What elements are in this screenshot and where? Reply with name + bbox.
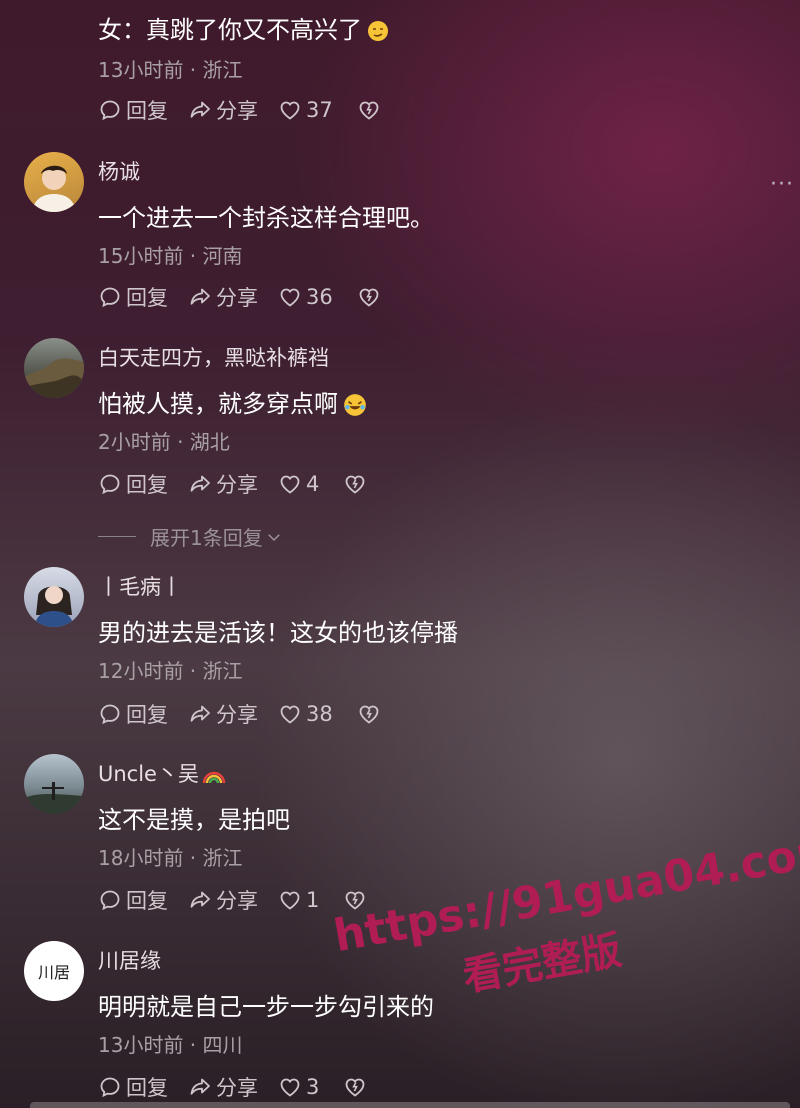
comment-actions: 回复 分享 38 xyxy=(98,699,405,729)
expand-replies-button[interactable]: 展开1条回复 xyxy=(98,522,283,551)
heart-icon xyxy=(278,702,302,726)
broken-heart-icon xyxy=(357,98,381,122)
reply-icon xyxy=(98,702,122,726)
dislike-button[interactable] xyxy=(357,98,385,122)
like-button[interactable]: 38 xyxy=(278,702,333,726)
share-icon xyxy=(188,1075,212,1099)
dislike-button[interactable] xyxy=(343,472,371,496)
reply-button[interactable]: 回复 xyxy=(98,885,168,915)
share-button[interactable]: 分享 xyxy=(188,699,258,729)
heart-icon xyxy=(278,888,302,912)
username[interactable]: 川居缘 xyxy=(98,945,161,975)
heart-icon xyxy=(278,472,302,496)
share-icon xyxy=(188,702,212,726)
comment-meta: 13小时前 · 浙江 xyxy=(98,58,243,82)
reply-icon xyxy=(98,98,122,122)
rainbow-emoji xyxy=(202,771,226,784)
comment-text: 怕被人摸，就多穿点啊 xyxy=(98,384,368,419)
avatar[interactable]: 川居 xyxy=(24,941,84,1001)
heart-icon xyxy=(278,1075,302,1099)
like-button[interactable]: 4 xyxy=(278,472,319,496)
comment-text: 这不是摸，是拍吧 xyxy=(98,806,290,834)
comment-meta: 2小时前 · 湖北 xyxy=(98,430,230,454)
username[interactable]: 白天走四方，黑哒补裤裆 xyxy=(98,342,329,372)
comment-text: 女：真跳了你又不高兴了 xyxy=(98,10,390,45)
avatar[interactable] xyxy=(24,338,84,398)
heart-icon xyxy=(278,98,302,122)
reply-icon xyxy=(98,888,122,912)
dislike-button[interactable] xyxy=(357,702,385,726)
comment-actions: 回复 分享 4 xyxy=(98,469,391,499)
comment-meta: 15小时前 · 河南 xyxy=(98,244,243,268)
comment-actions: 回复 分享 37 xyxy=(98,95,405,125)
reply-button[interactable]: 回复 xyxy=(98,1072,168,1102)
broken-heart-icon xyxy=(343,1075,367,1099)
username[interactable]: 丨毛病丨 xyxy=(98,571,182,601)
share-button[interactable]: 分享 xyxy=(188,282,258,312)
divider xyxy=(98,536,136,537)
bottom-input-bar[interactable] xyxy=(30,1102,790,1108)
like-count: 3 xyxy=(306,1075,320,1099)
dislike-button[interactable] xyxy=(343,1075,371,1099)
comment-actions: 回复 分享 3 xyxy=(98,1072,391,1102)
share-icon xyxy=(188,98,212,122)
reply-icon xyxy=(98,285,122,309)
share-button[interactable]: 分享 xyxy=(188,885,258,915)
share-button[interactable]: 分享 xyxy=(188,469,258,499)
comment-actions: 回复 分享 36 xyxy=(98,282,405,312)
reply-button[interactable]: 回复 xyxy=(98,699,168,729)
avatar[interactable] xyxy=(24,754,84,814)
like-count: 4 xyxy=(306,472,320,496)
share-icon xyxy=(188,888,212,912)
reply-button[interactable]: 回复 xyxy=(98,282,168,312)
comment-text: 男的进去是活该！这女的也该停播 xyxy=(98,619,458,647)
watermark: https://91gua04.com 看完整版 xyxy=(330,823,800,1024)
reply-button[interactable]: 回复 xyxy=(98,469,168,499)
broken-heart-icon xyxy=(343,472,367,496)
like-count: 38 xyxy=(306,702,333,726)
dislike-button[interactable] xyxy=(357,285,385,309)
chevron-down-icon xyxy=(267,533,280,541)
reply-button[interactable]: 回复 xyxy=(98,95,168,125)
more-options-icon[interactable]: ··· xyxy=(770,172,794,197)
like-button[interactable]: 36 xyxy=(278,285,333,309)
username[interactable]: 杨诚 xyxy=(98,156,140,186)
reply-icon xyxy=(98,1075,122,1099)
avatar[interactable] xyxy=(24,152,84,212)
like-count: 1 xyxy=(306,888,320,912)
share-icon xyxy=(188,285,212,309)
share-button[interactable]: 分享 xyxy=(188,1072,258,1102)
broken-heart-icon xyxy=(357,702,381,726)
reply-icon xyxy=(98,472,122,496)
comment-meta: 18小时前 · 浙江 xyxy=(98,846,243,870)
heart-icon xyxy=(278,285,302,309)
share-icon xyxy=(188,472,212,496)
rofl-emoji xyxy=(344,394,366,416)
like-count: 37 xyxy=(306,98,333,122)
share-button[interactable]: 分享 xyxy=(188,95,258,125)
comment-meta: 12小时前 · 浙江 xyxy=(98,659,243,683)
like-button[interactable]: 37 xyxy=(278,98,333,122)
avatar-calligraphy: 川居 xyxy=(37,963,70,982)
username[interactable]: Uncle丶吴 xyxy=(98,758,227,788)
smirk-emoji xyxy=(368,21,388,41)
comment-text: 一个进去一个封杀这样合理吧。 xyxy=(98,204,434,232)
like-button[interactable]: 1 xyxy=(278,888,319,912)
comment-meta: 13小时前 · 四川 xyxy=(98,1033,243,1057)
like-count: 36 xyxy=(306,285,333,309)
avatar[interactable] xyxy=(24,567,84,627)
like-button[interactable]: 3 xyxy=(278,1075,319,1099)
broken-heart-icon xyxy=(357,285,381,309)
